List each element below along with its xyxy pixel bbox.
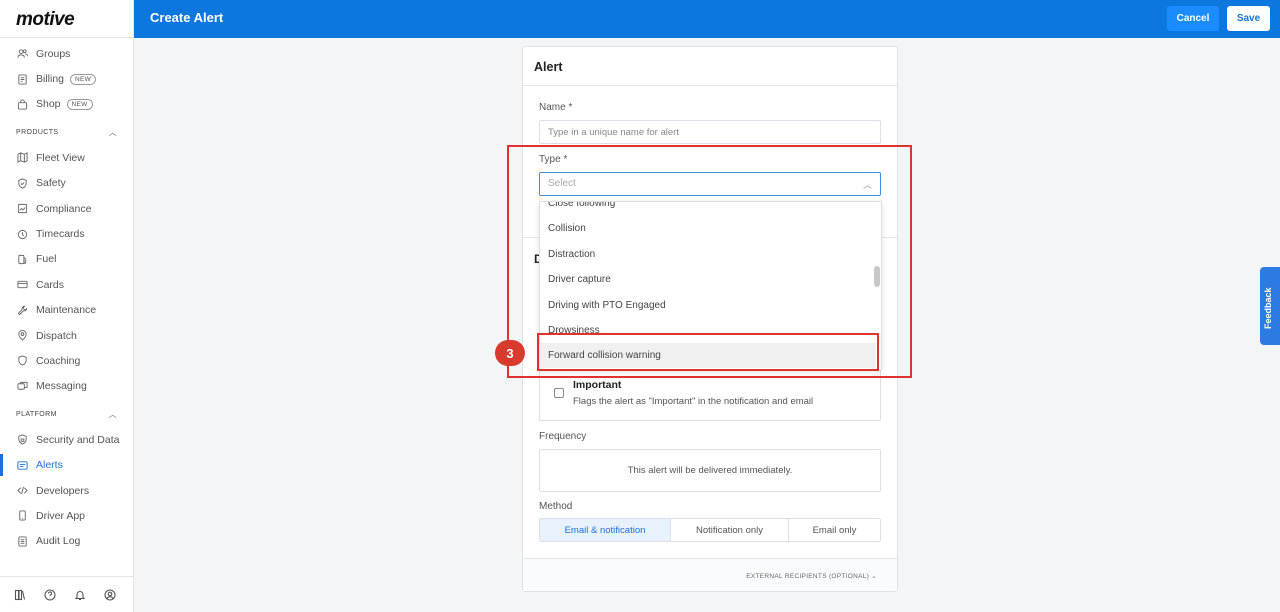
sidebar-item-coaching[interactable]: Coaching xyxy=(0,348,133,373)
users-icon xyxy=(17,48,28,59)
wrench-icon xyxy=(17,305,28,316)
shield-icon xyxy=(17,178,28,189)
new-badge: NEW xyxy=(70,73,97,85)
sidebar-item-security-and-data[interactable]: Security and Data xyxy=(0,427,133,452)
sidebar-item-dispatch[interactable]: Dispatch xyxy=(0,323,133,348)
sidebar-item-label: Coaching xyxy=(36,354,81,367)
compliance-icon xyxy=(17,203,28,214)
name-input[interactable]: Type in a unique name for alert xyxy=(539,120,881,144)
sidebar-item-fuel[interactable]: Fuel xyxy=(0,247,133,272)
sidebar-item-label: Security and Data xyxy=(36,433,120,446)
sidebar-item-label: Cards xyxy=(36,278,65,291)
lock-shield-icon xyxy=(17,434,28,445)
important-title: Important xyxy=(573,379,622,391)
sidebar-item-billing[interactable]: Billing NEW xyxy=(0,66,133,91)
nav-list: Groups Billing NEW Shop NEW PRODUCTS ︿ F… xyxy=(0,38,133,554)
help-icon[interactable] xyxy=(40,585,60,605)
sidebar-item-cards[interactable]: Cards xyxy=(0,272,133,297)
chat-icon xyxy=(17,381,28,392)
card-icon xyxy=(17,279,28,290)
method-option-email-notification[interactable]: Email & notification xyxy=(540,519,671,541)
chevron-up-icon: ︿ xyxy=(108,410,117,420)
sidebar-item-developers[interactable]: Developers xyxy=(0,478,133,503)
sidebar-item-label: Compliance xyxy=(36,202,92,215)
sidebar-item-label: Alerts xyxy=(36,459,63,472)
sidebar-item-maintenance[interactable]: Maintenance xyxy=(0,298,133,323)
sidebar-item-label: Groups xyxy=(36,47,71,60)
feedback-label: Feedback xyxy=(1263,287,1273,329)
alert-icon xyxy=(17,460,28,471)
sidebar-item-alerts[interactable]: Alerts xyxy=(0,452,133,477)
sidebar-item-driver-app[interactable]: Driver App xyxy=(0,503,133,528)
map-icon xyxy=(17,152,28,164)
section-title: Alert xyxy=(523,47,897,86)
frequency-box: This alert will be delivered immediately… xyxy=(539,449,881,492)
phone-icon xyxy=(17,510,28,521)
log-icon xyxy=(17,536,28,547)
sidebar-item-messaging[interactable]: Messaging xyxy=(0,374,133,399)
feedback-tab[interactable]: Feedback xyxy=(1260,267,1280,345)
method-option-email-only[interactable]: Email only xyxy=(789,519,880,541)
sidebar-item-fleet-view[interactable]: Fleet View xyxy=(0,145,133,170)
sidebar-item-label: Driver App xyxy=(36,509,86,522)
pin-icon xyxy=(17,330,28,341)
save-button[interactable]: Save xyxy=(1227,6,1270,31)
method-label: Method xyxy=(539,501,573,512)
profile-icon[interactable] xyxy=(100,585,120,605)
products-section-header[interactable]: PRODUCTS ︿ xyxy=(0,120,133,145)
clock-icon xyxy=(17,229,28,240)
sidebar-item-label: Developers xyxy=(36,484,90,497)
sidebar-item-compliance[interactable]: Compliance xyxy=(0,196,133,221)
external-recipients-toggle[interactable]: EXTERNAL RECIPIENTS (OPTIONAL) ⌄ xyxy=(746,572,877,580)
sidebar-item-label: Shop xyxy=(36,98,61,111)
cancel-button[interactable]: Cancel xyxy=(1167,6,1219,31)
sidebar-item-label: Billing xyxy=(36,73,65,86)
sidebar-item-label: Timecards xyxy=(36,228,85,241)
coaching-icon xyxy=(17,355,28,367)
platform-section-header[interactable]: PLATFORM ︿ xyxy=(0,402,133,427)
sidebar-item-label: Safety xyxy=(36,177,66,190)
sidebar-item-timecards[interactable]: Timecards xyxy=(0,221,133,246)
important-description: Flags the alert as "Important" in the no… xyxy=(573,396,814,407)
new-badge: NEW xyxy=(66,98,93,110)
library-icon[interactable] xyxy=(10,585,30,605)
bag-icon xyxy=(17,99,28,110)
sidebar-item-label: Maintenance xyxy=(36,304,97,317)
chevron-up-icon: ︿ xyxy=(108,128,117,138)
fuel-icon xyxy=(17,254,28,265)
code-icon xyxy=(17,485,28,496)
method-selector: Email & notification Notification only E… xyxy=(539,518,881,542)
important-checkbox[interactable] xyxy=(554,388,564,398)
sidebar: motive Groups Billing NEW Shop NEW PRODU… xyxy=(0,0,134,612)
annotation-step-badge: 3 xyxy=(495,340,525,366)
sidebar-item-safety[interactable]: Safety xyxy=(0,171,133,196)
annotation-highlight-option xyxy=(537,333,879,371)
page-title: Create Alert xyxy=(150,10,224,25)
sidebar-item-label: Dispatch xyxy=(36,329,77,342)
section-label: PRODUCTS xyxy=(16,129,59,137)
motive-logo[interactable]: motive xyxy=(0,0,133,38)
sidebar-item-label: Fuel xyxy=(36,253,57,266)
sidebar-item-label: Fleet View xyxy=(36,151,85,164)
frequency-label: Frequency xyxy=(539,431,587,442)
sidebar-item-groups[interactable]: Groups xyxy=(0,41,133,66)
sidebar-footer xyxy=(0,576,133,612)
sidebar-item-label: Audit Log xyxy=(36,535,81,548)
panel-footer: EXTERNAL RECIPIENTS (OPTIONAL) ⌄ xyxy=(523,558,897,591)
sidebar-item-audit-log[interactable]: Audit Log xyxy=(0,529,133,554)
top-bar: Create Alert Cancel Save xyxy=(134,0,1280,38)
document-icon xyxy=(17,74,28,85)
sidebar-item-label: Messaging xyxy=(36,380,87,393)
section-label: PLATFORM xyxy=(16,411,57,419)
sidebar-item-shop[interactable]: Shop NEW xyxy=(0,92,133,117)
name-label: Name * xyxy=(539,102,573,113)
method-option-notification-only[interactable]: Notification only xyxy=(671,519,789,541)
bell-icon[interactable] xyxy=(70,585,90,605)
